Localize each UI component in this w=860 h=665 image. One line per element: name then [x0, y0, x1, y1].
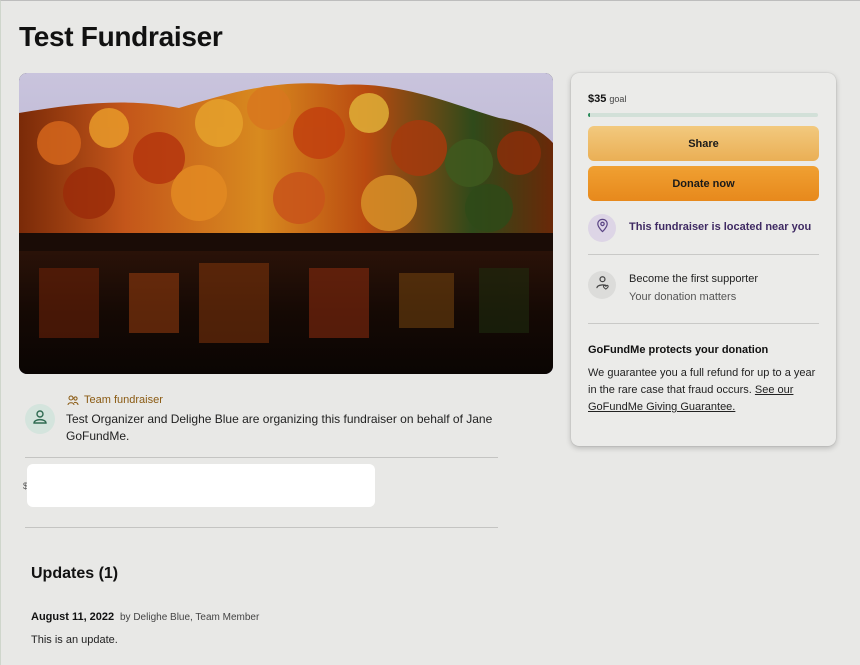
goal-value: $35	[588, 93, 607, 105]
donation-card: $35 goal Share Donate now This fundraise…	[571, 73, 836, 446]
goal-label: goal	[609, 94, 627, 104]
location-text: This fundraiser is located near you	[629, 221, 812, 233]
team-fundraiser-tag: Team fundraiser	[67, 394, 163, 406]
donate-button[interactable]: Donate now	[588, 166, 819, 201]
divider	[25, 527, 498, 528]
share-button[interactable]: Share	[588, 126, 819, 161]
team-fundraiser-label: Team fundraiser	[84, 394, 163, 406]
divider	[588, 323, 819, 324]
page-title: Test Fundraiser	[19, 21, 223, 52]
location-badge	[588, 214, 616, 242]
update-text: This is an update.	[31, 634, 118, 646]
organizer-description: Test Organizer and Delighe Blue are orga…	[66, 412, 493, 443]
updates-heading: Updates (1)	[31, 565, 119, 582]
update-date: August 11, 2022	[31, 611, 115, 623]
blank-content-box	[27, 464, 375, 507]
organizer-icon	[31, 408, 49, 431]
supporter-subtitle: Your donation matters	[629, 291, 737, 303]
team-icon	[67, 394, 79, 406]
supporter-badge	[588, 271, 616, 299]
update-byline: by Delighe Blue, Team Member	[120, 612, 260, 623]
progress-fill	[588, 113, 591, 117]
progress-bar	[588, 113, 818, 117]
supporter-title: Become the first supporter	[629, 273, 759, 285]
hero-image	[19, 73, 553, 374]
protection-title: GoFundMe protects your donation	[588, 344, 769, 356]
goal-amount: $35 goal	[588, 93, 626, 105]
supporter-icon	[594, 274, 611, 296]
location-pin-icon	[595, 218, 610, 238]
divider	[588, 254, 819, 255]
divider	[25, 457, 498, 458]
organizer-avatar	[25, 404, 55, 434]
protection-text: We guarantee you a full refund for up to…	[588, 365, 820, 416]
